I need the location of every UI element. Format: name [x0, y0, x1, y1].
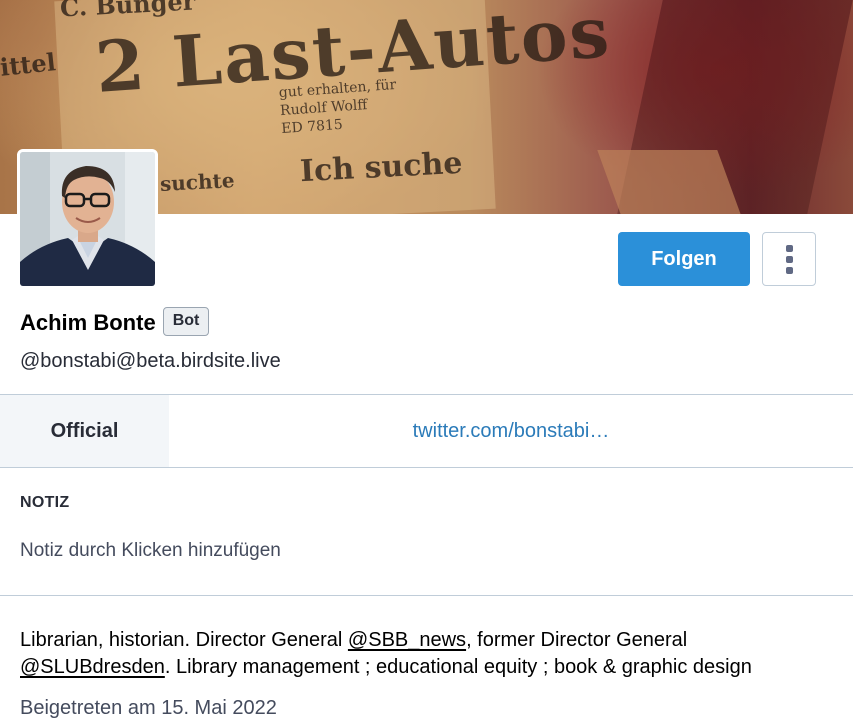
header-print-side: ittel — [0, 47, 58, 82]
more-options-button[interactable] — [762, 232, 816, 286]
joined-date: Beigetreten am 15. Mai 2022 — [20, 697, 277, 719]
vertical-ellipsis-icon — [785, 244, 793, 252]
follow-button[interactable]: Folgen — [618, 232, 750, 286]
header-print-small: suchte — [159, 168, 236, 196]
mention-link-sbb[interactable]: @SBB_news — [348, 629, 466, 651]
bot-badge: Bot — [162, 306, 210, 336]
profile-fields: Official twitter.com/bonstabi… — [0, 394, 853, 468]
mention-link-slub[interactable]: @SLUBdresden — [20, 656, 165, 678]
avatar[interactable] — [17, 149, 158, 289]
note-label: NOTIZ — [20, 494, 70, 511]
account-bio: Librarian, historian. Director General @… — [20, 629, 752, 678]
display-name: Achim Bonte — [20, 310, 156, 335]
field-value-link[interactable]: twitter.com/bonstabi… — [169, 395, 853, 467]
account-handle: @bonstabi@beta.birdsite.live — [20, 350, 281, 372]
header-print-lines: gut erhalten, für Rudolf Wolff ED 7815 — [278, 76, 397, 138]
field-name-official: Official — [0, 395, 169, 467]
note-input[interactable]: Notiz durch Klicken hinzufügen — [20, 540, 281, 562]
profile-name-row: Achim Bonte Bot — [20, 306, 210, 336]
avatar-portrait — [20, 152, 155, 286]
divider — [0, 595, 853, 596]
